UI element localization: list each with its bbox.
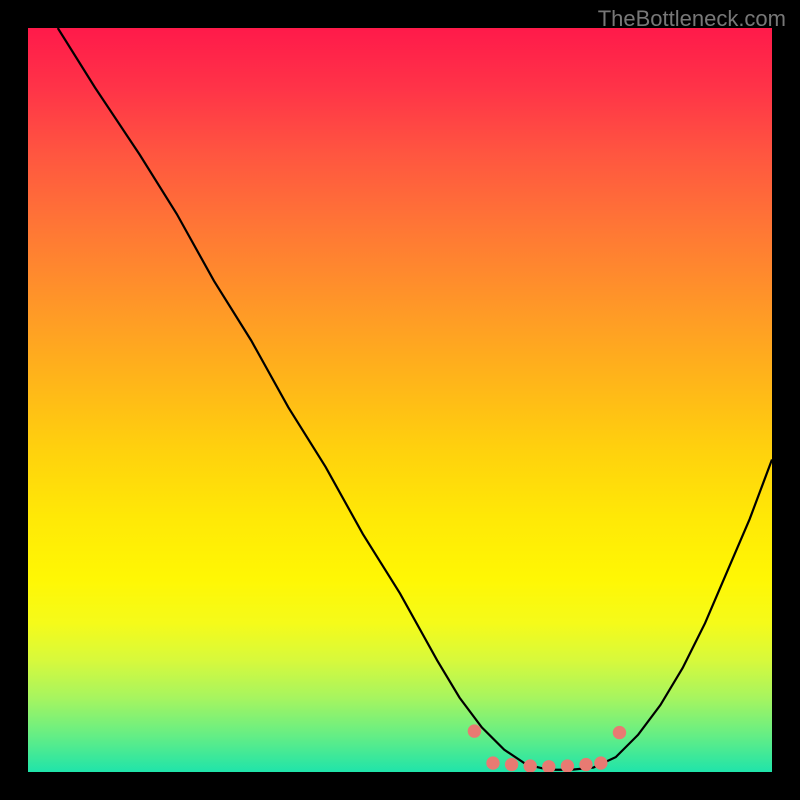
curve-marker xyxy=(468,724,481,737)
watermark-text: TheBottleneck.com xyxy=(598,6,786,32)
curve-marker xyxy=(594,756,607,769)
curve-marker xyxy=(613,726,626,739)
curve-marker xyxy=(579,758,592,771)
chart-curve-layer xyxy=(28,28,772,772)
curve-marker xyxy=(524,759,537,772)
curve-marker xyxy=(486,756,499,769)
curve-markers xyxy=(468,724,626,772)
chart-plot-area xyxy=(28,28,772,772)
curve-marker xyxy=(542,760,555,772)
bottleneck-curve xyxy=(58,28,772,770)
curve-marker xyxy=(561,759,574,772)
curve-marker xyxy=(505,758,518,771)
